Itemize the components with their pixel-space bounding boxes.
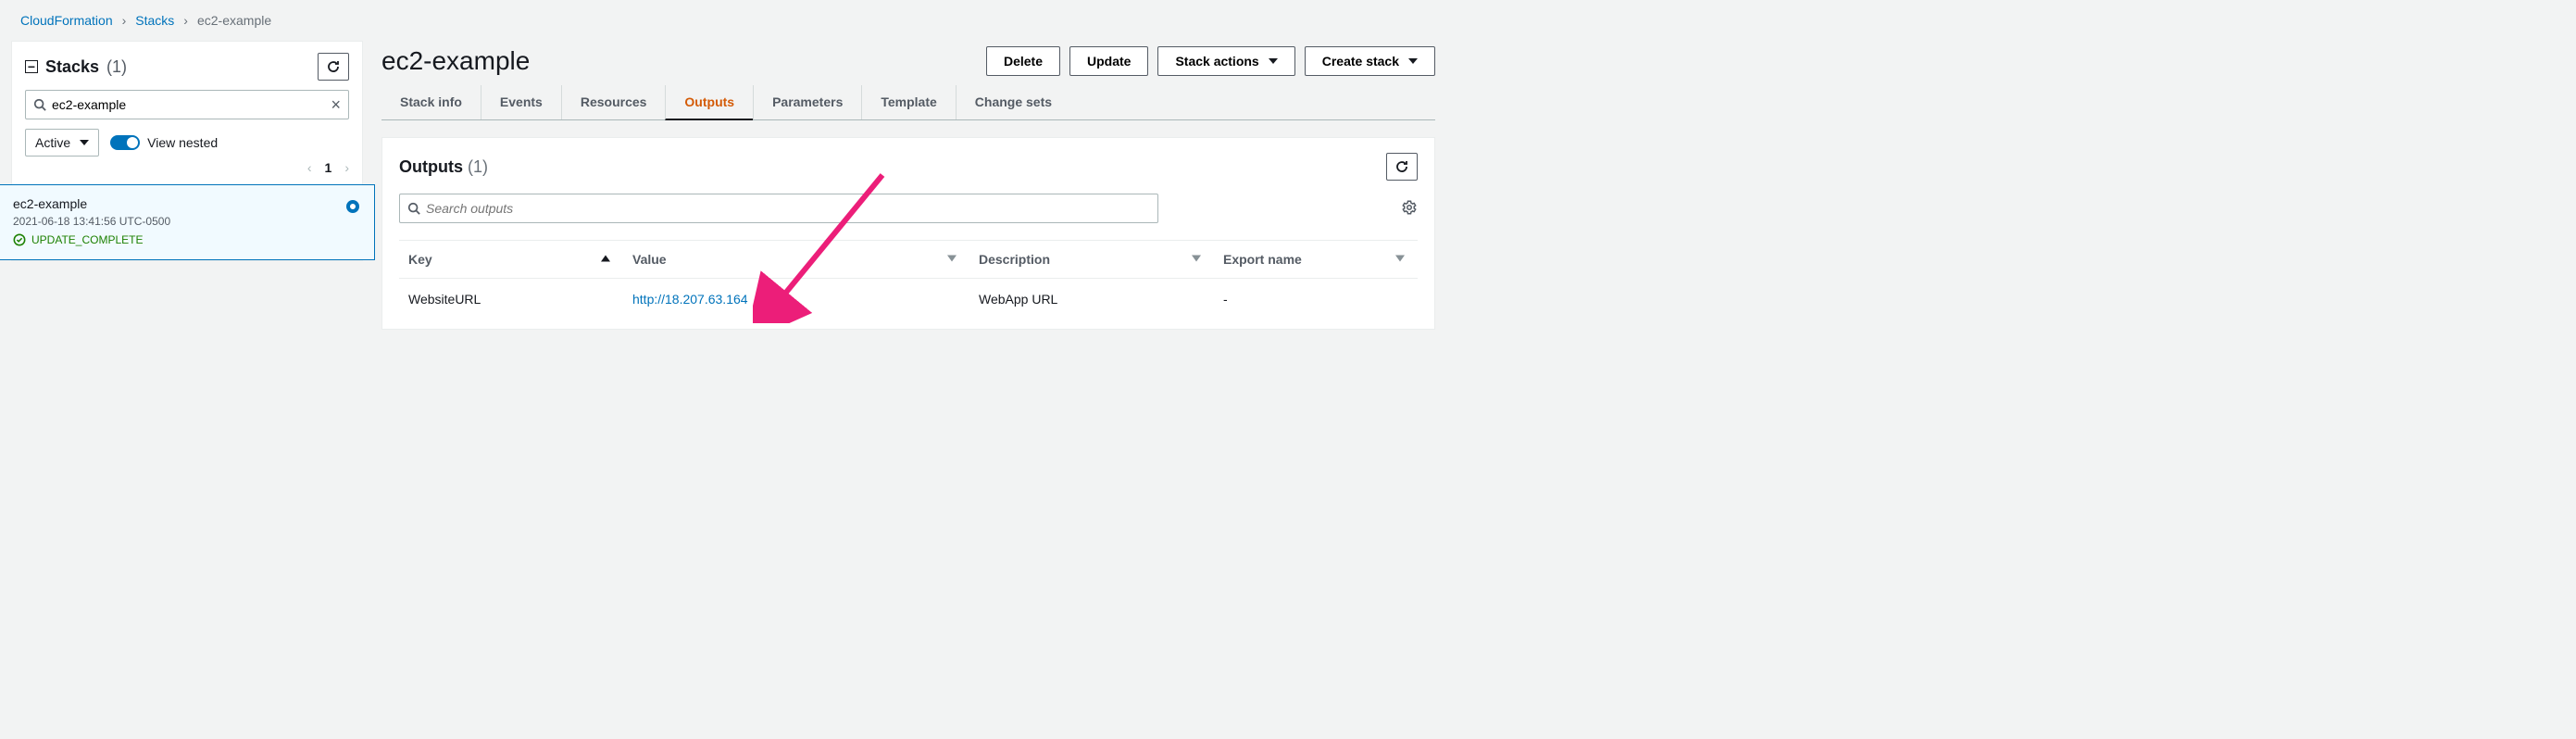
col-key-label: Key bbox=[408, 252, 432, 267]
page-title: ec2-example bbox=[381, 46, 530, 76]
stacks-filter-input[interactable]: × bbox=[25, 90, 349, 119]
sort-icon bbox=[1192, 255, 1201, 265]
tab-bar: Stack info Events Resources Outputs Para… bbox=[381, 85, 1435, 120]
refresh-icon bbox=[326, 59, 341, 74]
search-icon bbox=[33, 98, 46, 111]
refresh-icon bbox=[1394, 159, 1409, 174]
stacks-pager: ‹ 1 › bbox=[25, 160, 349, 175]
outputs-title: Outputs bbox=[399, 157, 463, 176]
settings-button[interactable] bbox=[1401, 199, 1418, 219]
cell-key: WebsiteURL bbox=[399, 279, 623, 330]
gear-icon bbox=[1401, 199, 1418, 216]
breadcrumb: CloudFormation › Stacks › ec2-example bbox=[0, 0, 1452, 41]
check-circle-icon bbox=[13, 233, 26, 246]
stacks-sidebar: − Stacks (1) × Active bbox=[11, 41, 363, 261]
chevron-right-icon: › bbox=[122, 13, 127, 28]
tab-change-sets[interactable]: Change sets bbox=[956, 85, 1070, 119]
outputs-search-field[interactable] bbox=[426, 201, 1150, 216]
refresh-button[interactable] bbox=[318, 53, 349, 81]
stack-item-name: ec2-example bbox=[13, 196, 361, 211]
cell-export-name: - bbox=[1214, 279, 1418, 330]
stack-actions-button[interactable]: Stack actions bbox=[1157, 46, 1294, 76]
pager-prev[interactable]: ‹ bbox=[307, 160, 312, 175]
update-button[interactable]: Update bbox=[1069, 46, 1148, 76]
stack-item[interactable]: ec2-example 2021-06-18 13:41:56 UTC-0500… bbox=[0, 184, 375, 260]
col-export-name[interactable]: Export name bbox=[1214, 241, 1418, 279]
stacks-filter-field[interactable] bbox=[52, 97, 325, 112]
col-key[interactable]: Key bbox=[399, 241, 623, 279]
delete-button[interactable]: Delete bbox=[986, 46, 1060, 76]
outputs-count: (1) bbox=[468, 157, 488, 176]
sort-icon bbox=[947, 255, 957, 265]
status-filter-label: Active bbox=[35, 135, 70, 150]
stacks-title: Stacks bbox=[45, 57, 99, 77]
pager-next[interactable]: › bbox=[344, 160, 349, 175]
tab-template[interactable]: Template bbox=[861, 85, 955, 119]
breadcrumb-current: ec2-example bbox=[197, 13, 271, 28]
stack-item-status: UPDATE_COMPLETE bbox=[31, 233, 143, 246]
tab-events[interactable]: Events bbox=[481, 85, 561, 119]
collapse-icon[interactable]: − bbox=[25, 60, 38, 73]
col-description[interactable]: Description bbox=[969, 241, 1214, 279]
breadcrumb-root[interactable]: CloudFormation bbox=[20, 13, 113, 28]
col-value-label: Value bbox=[632, 252, 667, 267]
cell-description: WebApp URL bbox=[969, 279, 1214, 330]
sort-icon bbox=[1395, 255, 1405, 265]
radio-selected-icon bbox=[346, 200, 359, 213]
caret-down-icon bbox=[80, 140, 89, 145]
stacks-count: (1) bbox=[106, 57, 127, 77]
table-row: WebsiteURL http://18.207.63.164 WebApp U… bbox=[399, 279, 1418, 330]
main-content: ec2-example Delete Update Stack actions … bbox=[381, 41, 1452, 330]
status-filter-select[interactable]: Active bbox=[25, 129, 99, 157]
view-nested-toggle[interactable] bbox=[110, 135, 140, 150]
col-value[interactable]: Value bbox=[623, 241, 969, 279]
tab-resources[interactable]: Resources bbox=[561, 85, 666, 119]
stack-item-timestamp: 2021-06-18 13:41:56 UTC-0500 bbox=[13, 215, 361, 228]
outputs-table: Key Value Description Export name bbox=[399, 240, 1418, 329]
tab-stack-info[interactable]: Stack info bbox=[381, 85, 481, 119]
caret-down-icon bbox=[1269, 58, 1278, 64]
chevron-right-icon: › bbox=[183, 13, 188, 28]
tab-parameters[interactable]: Parameters bbox=[753, 85, 861, 119]
outputs-panel: Outputs (1) bbox=[381, 137, 1435, 330]
create-stack-button[interactable]: Create stack bbox=[1305, 46, 1435, 76]
stack-actions-label: Stack actions bbox=[1175, 54, 1258, 69]
outputs-refresh-button[interactable] bbox=[1386, 153, 1418, 181]
col-export-name-label: Export name bbox=[1223, 252, 1302, 267]
outputs-search[interactable] bbox=[399, 194, 1158, 223]
col-description-label: Description bbox=[979, 252, 1050, 267]
search-icon bbox=[407, 202, 420, 215]
pager-page: 1 bbox=[325, 160, 332, 175]
sort-asc-icon bbox=[601, 255, 610, 265]
clear-icon[interactable]: × bbox=[331, 96, 341, 113]
breadcrumb-stacks[interactable]: Stacks bbox=[135, 13, 174, 28]
view-nested-label: View nested bbox=[147, 135, 218, 150]
cell-value-link[interactable]: http://18.207.63.164 bbox=[632, 292, 748, 307]
tab-outputs[interactable]: Outputs bbox=[665, 85, 753, 120]
caret-down-icon bbox=[1408, 58, 1418, 64]
create-stack-label: Create stack bbox=[1322, 54, 1399, 69]
